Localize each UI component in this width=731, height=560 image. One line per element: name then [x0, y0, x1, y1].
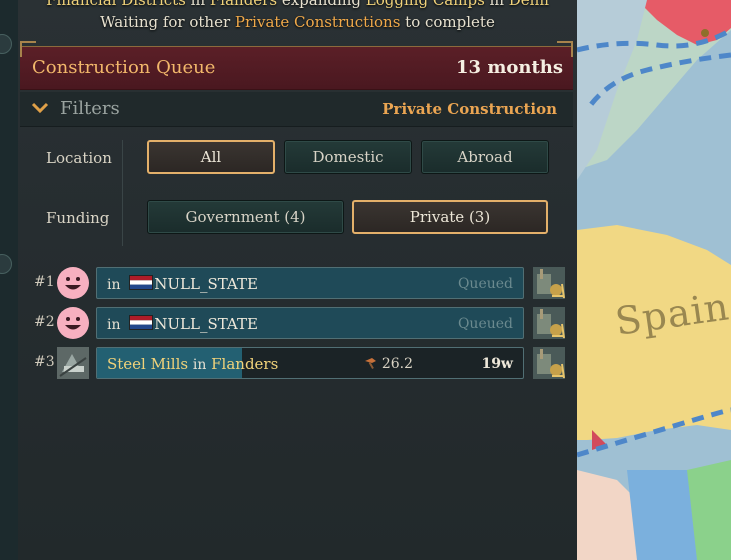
header-corner-ornament: [20, 41, 36, 57]
filters-toggle-row[interactable]: Filters Private Construction: [20, 92, 573, 127]
queue-rank: #1: [34, 274, 55, 290]
funding-government-button[interactable]: Government (4): [147, 200, 344, 234]
sidebar-button[interactable]: [0, 254, 12, 274]
world-map[interactable]: Spain: [577, 0, 731, 560]
queue-item[interactable]: #3 Steel Mills in Flanders 26.2 19w: [28, 346, 568, 380]
weeks-remaining: 19w: [481, 356, 513, 372]
building-name: Steel Mills: [107, 355, 189, 373]
netherlands-flag-icon: [129, 275, 154, 290]
queue-rank: #2: [34, 314, 55, 330]
construction-panel: Financial Districts in Flanders expandin…: [18, 0, 579, 560]
chevron-down-icon[interactable]: [30, 98, 50, 118]
queue-item-bar[interactable]: Steel Mills in Flanders 26.2 19w: [96, 347, 524, 379]
queue-item-bar[interactable]: in NULL_STATE Queued: [96, 267, 524, 299]
netherlands-flag-icon: [129, 315, 154, 330]
queue-item-bar[interactable]: in NULL_STATE Queued: [96, 307, 524, 339]
header-corner-ornament: [557, 41, 573, 57]
location-domestic-button[interactable]: Domestic: [284, 140, 412, 174]
steel-mills-icon: [57, 347, 89, 379]
construction-queue-title: Construction Queue: [32, 57, 216, 78]
sidebar-button[interactable]: [0, 34, 12, 54]
state-name: NULL_STATE: [154, 315, 258, 333]
building-type-icon: [57, 267, 89, 299]
state-name: Flanders: [211, 355, 279, 373]
location-all-button[interactable]: All: [147, 140, 275, 174]
location-label: Location: [46, 149, 112, 167]
construction-speed: 26.2: [364, 356, 413, 372]
construction-queue-duration: 13 months: [456, 57, 563, 78]
state-name: NULL_STATE: [154, 275, 258, 293]
queue-item[interactable]: #1 in NULL_STATE Queued: [28, 266, 568, 300]
funding-label: Funding: [46, 209, 110, 227]
construction-queue-header: Construction Queue 13 months: [20, 41, 573, 90]
location-abroad-button[interactable]: Abroad: [421, 140, 549, 174]
building-type-icon: [57, 307, 89, 339]
left-sidebar-strip: [0, 0, 19, 560]
map-terrain: [577, 0, 731, 560]
queue-status: Queued: [457, 276, 513, 292]
construction-sector-icon[interactable]: [532, 266, 566, 300]
hammer-icon: [364, 358, 376, 369]
notice-line-2: Waiting for other Private Constructions …: [100, 13, 495, 31]
notice-line-1: Financial Districts in Flanders expandin…: [46, 0, 549, 9]
filters-label: Filters: [60, 98, 120, 119]
construction-sector-icon[interactable]: [532, 346, 566, 380]
private-constructions-link[interactable]: Private Constructions: [235, 13, 401, 31]
construction-sector-icon[interactable]: [532, 306, 566, 340]
queue-status: Queued: [457, 316, 513, 332]
filter-divider: [122, 140, 123, 246]
queue-item[interactable]: #2 in NULL_STATE Queued: [28, 306, 568, 340]
construction-notice: Financial Districts in Flanders expandin…: [18, 0, 577, 42]
funding-private-button[interactable]: Private (3): [352, 200, 548, 234]
queue-rank: #3: [34, 354, 55, 370]
filter-type-label: Private Construction: [382, 100, 557, 118]
